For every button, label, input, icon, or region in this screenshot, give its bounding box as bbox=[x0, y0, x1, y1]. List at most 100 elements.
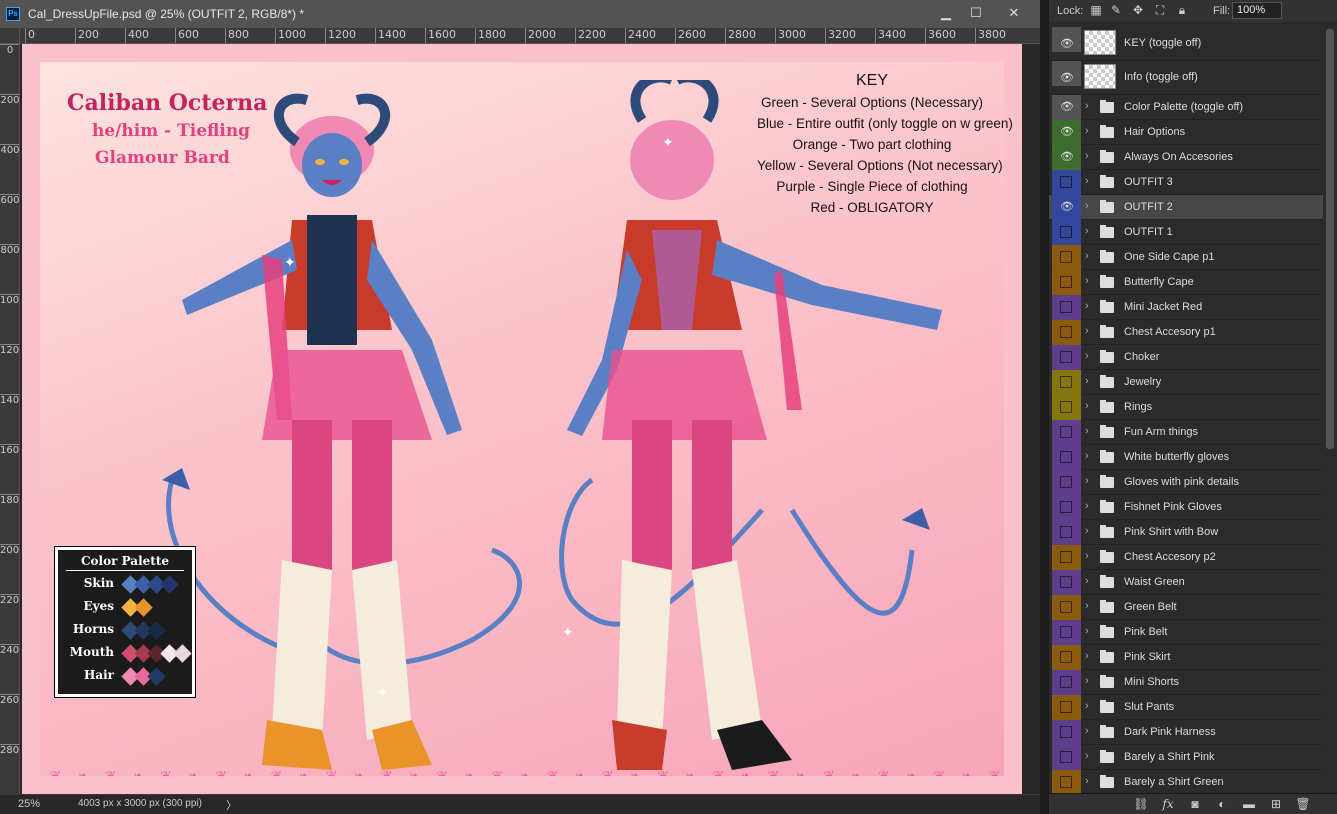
document-titlebar[interactable]: Ps Cal_DressUpFile.psd @ 25% (OUTFIT 2, … bbox=[0, 0, 1040, 28]
layer-row[interactable]: › OUTFIT 1 bbox=[1049, 220, 1323, 245]
chevron-right-icon[interactable]: › bbox=[1085, 750, 1089, 762]
layer-row[interactable]: › White butterfly gloves bbox=[1049, 445, 1323, 470]
layer-visibility-toggle[interactable] bbox=[1052, 770, 1081, 793]
chevron-right-icon[interactable]: › bbox=[1085, 175, 1089, 187]
chevron-right-icon[interactable]: › bbox=[1085, 375, 1089, 387]
chevron-right-icon[interactable]: › bbox=[1085, 400, 1089, 412]
layer-visibility-toggle[interactable] bbox=[1052, 345, 1081, 370]
layer-row[interactable]: › Mini Shorts bbox=[1049, 670, 1323, 695]
chevron-right-icon[interactable]: › bbox=[1085, 300, 1089, 312]
layer-visibility-toggle[interactable] bbox=[1052, 395, 1081, 420]
mask-icon[interactable]: ◙ bbox=[1187, 797, 1203, 811]
layer-visibility-toggle[interactable] bbox=[1052, 520, 1081, 545]
chevron-right-icon[interactable]: › bbox=[1085, 350, 1089, 362]
layer-row[interactable]: › Slut Pants bbox=[1049, 695, 1323, 720]
layer-row[interactable]: › Waist Green bbox=[1049, 570, 1323, 595]
new-layer-icon[interactable]: ⊞ bbox=[1268, 797, 1284, 811]
layer-row[interactable]: › One Side Cape p1 bbox=[1049, 245, 1323, 270]
layer-visibility-toggle[interactable] bbox=[1052, 245, 1081, 270]
layers-scroll-thumb[interactable] bbox=[1326, 29, 1334, 449]
layer-visibility-toggle[interactable] bbox=[1052, 695, 1081, 720]
layer-row[interactable]: › Choker bbox=[1049, 345, 1323, 370]
layer-row[interactable]: › OUTFIT 3 bbox=[1049, 170, 1323, 195]
layer-row[interactable]: › Chest Accesory p1 bbox=[1049, 320, 1323, 345]
chevron-right-icon[interactable]: › bbox=[1085, 125, 1089, 137]
close-button[interactable]: ✕ bbox=[1000, 2, 1028, 24]
layer-row[interactable]: › Gloves with pink details bbox=[1049, 470, 1323, 495]
lock-all-icon[interactable]: 🔒︎ bbox=[1175, 3, 1189, 17]
layer-row[interactable]: › Fishnet Pink Gloves bbox=[1049, 495, 1323, 520]
layer-visibility-toggle[interactable] bbox=[1052, 270, 1081, 295]
chevron-right-icon[interactable]: › bbox=[1085, 475, 1089, 487]
layers-scrollbar[interactable] bbox=[1325, 27, 1335, 793]
layer-row[interactable]: › Green Belt bbox=[1049, 595, 1323, 620]
layer-visibility-toggle[interactable] bbox=[1052, 320, 1081, 345]
chevron-right-icon[interactable]: › bbox=[1085, 500, 1089, 512]
layer-visibility-toggle[interactable] bbox=[1052, 495, 1081, 520]
chevron-right-icon[interactable]: › bbox=[1085, 225, 1089, 237]
layer-row[interactable]: 👁︎ › OUTFIT 2 bbox=[1049, 195, 1323, 220]
chevron-right-icon[interactable]: › bbox=[1085, 550, 1089, 562]
chevron-right-icon[interactable]: › bbox=[1085, 650, 1089, 662]
layer-row[interactable]: 👁︎ › Color Palette (toggle off) bbox=[1049, 95, 1323, 120]
folder-icon[interactable]: ▬ bbox=[1241, 797, 1257, 811]
layer-row[interactable]: › Barely a Shirt Green bbox=[1049, 770, 1323, 793]
ruler-vertical[interactable]: 0 200 400 600 800 1000 1200 1400 1600 1800 2000 220… bbox=[0, 44, 20, 794]
layer-visibility-toggle[interactable] bbox=[1052, 645, 1081, 670]
layer-visibility-toggle[interactable]: 👁︎ bbox=[1052, 95, 1081, 120]
lock-artboard-icon[interactable]: ⛶ bbox=[1153, 3, 1167, 17]
layer-row[interactable]: › Butterfly Cape bbox=[1049, 270, 1323, 295]
chevron-right-icon[interactable]: › bbox=[1085, 425, 1089, 437]
chevron-right-icon[interactable]: › bbox=[1085, 625, 1089, 637]
layer-row[interactable]: › Mini Jacket Red bbox=[1049, 295, 1323, 320]
minimize-button[interactable]: ▁ bbox=[932, 2, 960, 24]
layer-visibility-toggle[interactable] bbox=[1052, 620, 1081, 645]
layer-visibility-toggle[interactable] bbox=[1052, 470, 1081, 495]
layer-row[interactable]: › Pink Skirt bbox=[1049, 645, 1323, 670]
chevron-right-icon[interactable]: › bbox=[1085, 725, 1089, 737]
layer-row[interactable]: › Dark Pink Harness bbox=[1049, 720, 1323, 745]
layer-row[interactable]: 👁︎ Info (toggle off) bbox=[1049, 61, 1323, 95]
maximize-button[interactable]: ☐ bbox=[962, 2, 990, 24]
layer-row[interactable]: › Fun Arm things bbox=[1049, 420, 1323, 445]
chevron-right-icon[interactable]: › bbox=[1085, 600, 1089, 612]
layer-visibility-toggle[interactable] bbox=[1052, 420, 1081, 445]
lock-brush-icon[interactable]: ✎ bbox=[1109, 3, 1123, 17]
layer-visibility-toggle[interactable] bbox=[1052, 220, 1081, 245]
link-icon[interactable]: ⛓ bbox=[1133, 797, 1149, 811]
layer-row[interactable]: › Rings bbox=[1049, 395, 1323, 420]
layer-row[interactable]: › Pink Shirt with Bow bbox=[1049, 520, 1323, 545]
layer-row[interactable]: › Pink Belt bbox=[1049, 620, 1323, 645]
layer-row[interactable]: 👁︎ › Always On Accesories bbox=[1049, 145, 1323, 170]
chevron-right-icon[interactable]: › bbox=[1085, 525, 1089, 537]
chevron-right-icon[interactable]: › bbox=[1085, 275, 1089, 287]
chevron-right-icon[interactable]: › bbox=[1085, 250, 1089, 262]
layer-row[interactable]: 👁︎ › Hair Options bbox=[1049, 120, 1323, 145]
layer-visibility-toggle[interactable]: 👁︎ bbox=[1052, 61, 1081, 86]
lock-position-icon[interactable]: ✥ bbox=[1131, 3, 1145, 17]
ruler-corner[interactable] bbox=[0, 28, 20, 44]
layer-visibility-toggle[interactable]: 👁︎ bbox=[1052, 27, 1081, 52]
status-menu-arrow[interactable]: 〉 bbox=[226, 797, 237, 813]
layer-visibility-toggle[interactable]: 👁︎ bbox=[1052, 120, 1081, 145]
chevron-right-icon[interactable]: › bbox=[1085, 775, 1089, 787]
chevron-right-icon[interactable]: › bbox=[1085, 575, 1089, 587]
layer-row[interactable]: 👁︎ KEY (toggle off) bbox=[1049, 27, 1323, 61]
chevron-right-icon[interactable]: › bbox=[1085, 100, 1089, 112]
layer-visibility-toggle[interactable] bbox=[1052, 745, 1081, 770]
chevron-right-icon[interactable]: › bbox=[1085, 150, 1089, 162]
chevron-right-icon[interactable]: › bbox=[1085, 675, 1089, 687]
layer-visibility-toggle[interactable]: 👁︎ bbox=[1052, 145, 1081, 170]
layer-visibility-toggle[interactable] bbox=[1052, 370, 1081, 395]
layer-visibility-toggle[interactable]: 👁︎ bbox=[1052, 195, 1081, 220]
layer-row[interactable]: › Chest Accesory p2 bbox=[1049, 545, 1323, 570]
adjustment-icon[interactable]: ◐ bbox=[1214, 797, 1230, 811]
layer-row[interactable]: › Jewelry bbox=[1049, 370, 1323, 395]
fx-icon[interactable]: fx bbox=[1160, 797, 1176, 811]
layer-visibility-toggle[interactable] bbox=[1052, 545, 1081, 570]
layer-visibility-toggle[interactable] bbox=[1052, 570, 1081, 595]
fill-input[interactable]: 100% bbox=[1232, 2, 1282, 19]
chevron-right-icon[interactable]: › bbox=[1085, 325, 1089, 337]
layer-visibility-toggle[interactable] bbox=[1052, 170, 1081, 195]
layer-visibility-toggle[interactable] bbox=[1052, 670, 1081, 695]
